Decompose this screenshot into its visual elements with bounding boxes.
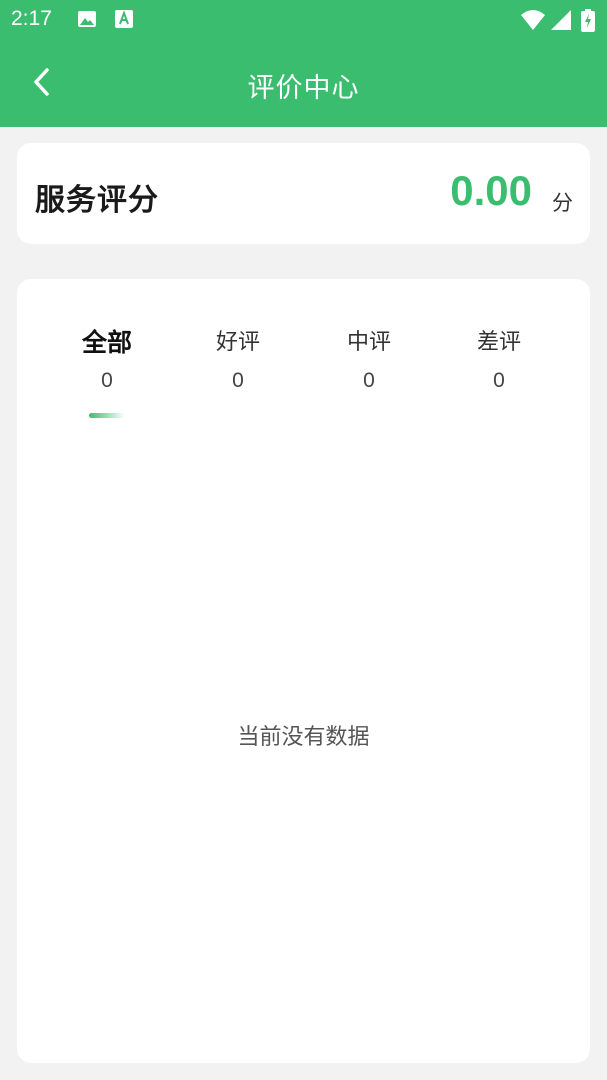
page-title: 评价中心 bbox=[247, 73, 360, 104]
tab-label: 全部 bbox=[81, 328, 132, 357]
tab-count: 0 bbox=[363, 369, 375, 392]
tab-positive[interactable]: 好评 0 bbox=[178, 323, 298, 423]
service-score-label: 服务评分 bbox=[35, 183, 159, 218]
service-score-card: 服务评分 0.00 分 bbox=[17, 143, 590, 244]
status-bar: 2:17 bbox=[0, 0, 607, 40]
tab-label: 中评 bbox=[346, 330, 391, 355]
service-score-value: 0.00 bbox=[450, 167, 532, 214]
tab-neutral[interactable]: 中评 0 bbox=[309, 323, 429, 423]
status-time: 2:17 bbox=[11, 7, 52, 30]
app-notification-icon bbox=[115, 10, 133, 28]
tab-all[interactable]: 全部 0 bbox=[47, 323, 167, 423]
tab-count: 0 bbox=[232, 369, 244, 392]
app-header: 2:17 评价中心 bbox=[0, 0, 607, 127]
tab-label: 差评 bbox=[476, 330, 521, 355]
signal-icon bbox=[551, 10, 571, 30]
active-tab-indicator bbox=[89, 413, 125, 418]
empty-state-text: 当前没有数据 bbox=[237, 725, 370, 750]
wifi-icon bbox=[521, 10, 545, 30]
battery-charging-icon bbox=[581, 9, 595, 32]
image-notification-icon bbox=[78, 11, 96, 27]
tab-count: 0 bbox=[101, 369, 113, 392]
reviews-card: 全部 0 好评 0 中评 0 差评 0 当前没有数据 bbox=[17, 279, 590, 1063]
tab-label: 好评 bbox=[215, 330, 260, 355]
tab-count: 0 bbox=[493, 369, 505, 392]
nav-bar: 评价中心 bbox=[0, 40, 607, 127]
tab-negative[interactable]: 差评 0 bbox=[439, 323, 559, 423]
service-score-unit: 分 bbox=[552, 191, 573, 215]
